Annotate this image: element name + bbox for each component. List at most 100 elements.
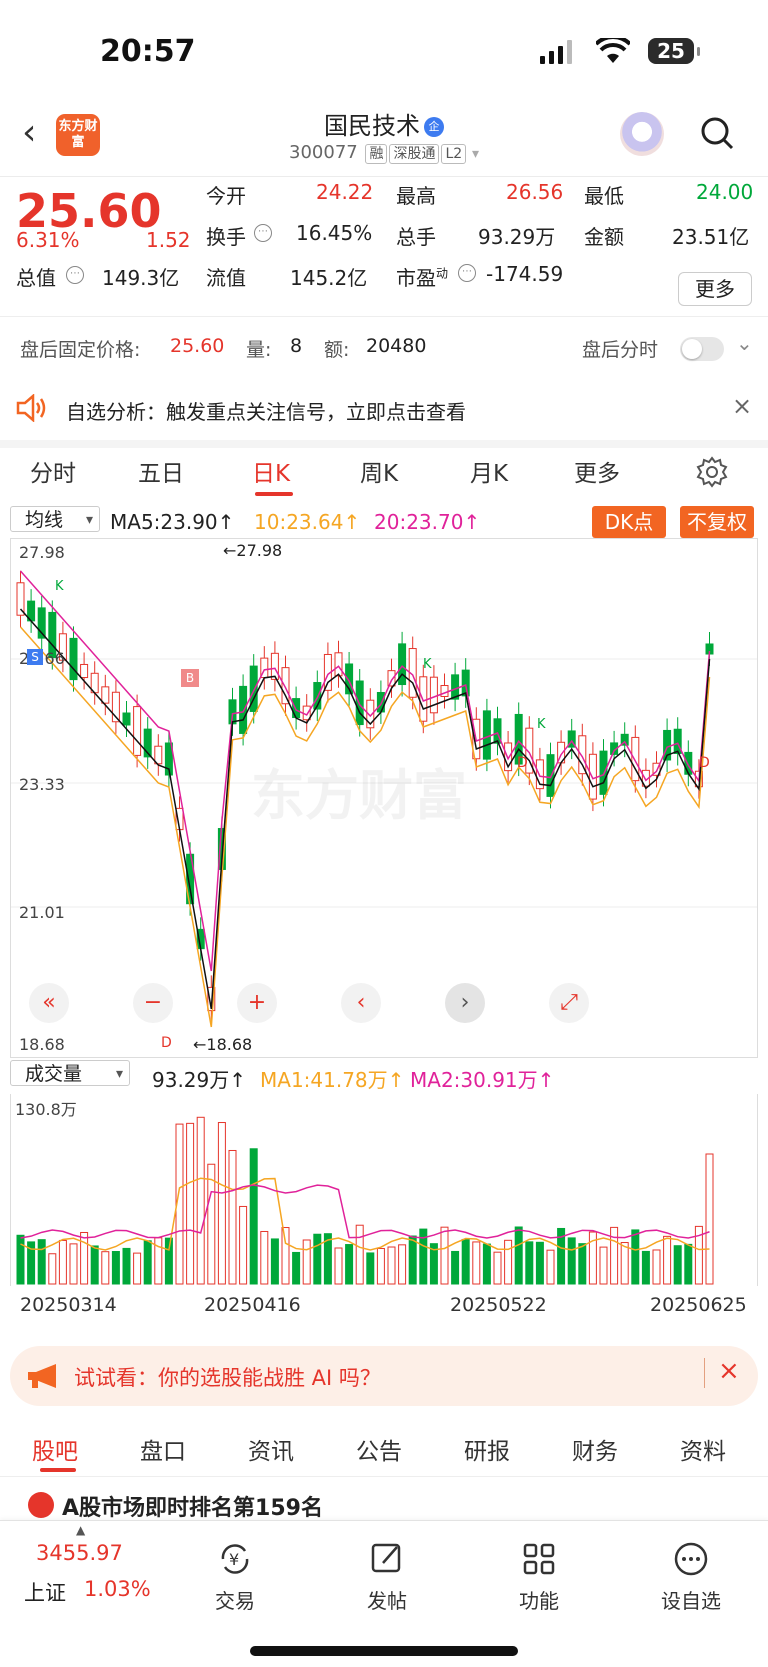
alert-text: 自选分析：触发重点关注信号，立即点击查看 — [66, 400, 466, 424]
candle-body — [419, 676, 428, 722]
tab-profile[interactable]: 资料 — [680, 1432, 726, 1466]
info-icon[interactable]: ⋯ — [254, 224, 272, 242]
change-value: 1.52 — [146, 228, 191, 252]
candle-body — [376, 691, 385, 713]
candle-body — [122, 712, 131, 726]
volume-bar — [334, 1247, 343, 1285]
zoom-in-icon[interactable]: + — [237, 983, 277, 1023]
tab-monthly-k[interactable]: 月K — [470, 454, 508, 488]
more-button[interactable]: 更多 — [678, 272, 752, 306]
no-adjust-button[interactable]: 不复权 — [680, 506, 754, 538]
volume-bar — [143, 1240, 152, 1285]
amount-value: 23.51亿 — [672, 225, 750, 249]
index-value[interactable]: 3455.97 — [36, 1541, 123, 1565]
volume-bar — [482, 1243, 491, 1285]
candle-body — [239, 685, 248, 734]
candle-body — [355, 680, 364, 726]
kline-chart[interactable]: 27.98 25.66 23.33 21.01 18.68 ←27.98 ←18… — [10, 538, 758, 1058]
rank-row[interactable]: A股市场即时排名第159名 — [0, 1484, 768, 1522]
volume-bar — [673, 1245, 682, 1285]
y-label-4: 21.01 — [19, 903, 65, 922]
ai-promo-bar[interactable]: 试试看：你的选股能战胜 AI 吗？ × — [10, 1346, 758, 1406]
max-price-label: ←27.98 — [223, 541, 283, 560]
info-icon[interactable]: ⋯ — [66, 266, 84, 284]
marker-d: D — [699, 755, 710, 771]
nav-watchlist[interactable]: 设自选 — [646, 1539, 736, 1614]
zoom-out-icon[interactable]: − — [133, 983, 173, 1023]
tab-orderbook[interactable]: 盘口 — [140, 1432, 186, 1466]
volume-bar — [567, 1237, 576, 1285]
vol-max-label: 130.8万 — [15, 1100, 77, 1119]
search-icon[interactable] — [700, 116, 734, 150]
after-hours-chart-label: 盘后分时 — [582, 339, 659, 361]
candle-body — [387, 670, 396, 687]
volume-bar — [451, 1250, 460, 1285]
close-icon[interactable]: × — [732, 392, 752, 420]
volume-bar — [493, 1251, 502, 1285]
tab-forum[interactable]: 股吧 — [32, 1432, 78, 1466]
ma5-value: MA5:23.90↑ — [110, 510, 235, 534]
signal-alert[interactable]: 自选分析：触发重点关注信号，立即点击查看 × — [0, 378, 768, 448]
tab-finance[interactable]: 财务 — [572, 1432, 618, 1466]
tab-weekly-k[interactable]: 周K — [360, 454, 398, 488]
nav-functions[interactable]: 功能 — [494, 1539, 584, 1614]
candle-body — [334, 652, 343, 677]
volume-bar — [535, 1241, 544, 1285]
float-value: 145.2亿 — [290, 266, 368, 290]
close-icon[interactable]: × — [718, 1356, 740, 1386]
tag-margin: 融 — [365, 144, 388, 164]
index-name: 上证 — [24, 1581, 66, 1605]
prev-icon[interactable]: ‹ — [341, 983, 381, 1023]
volume-bar — [355, 1224, 364, 1285]
tab-intraday[interactable]: 分时 — [30, 454, 76, 488]
dk-point-button[interactable]: DK点 — [592, 506, 666, 538]
pe-value: -174.59 — [486, 262, 564, 286]
yen-cycle-icon: ¥ — [221, 1544, 249, 1574]
date-label: 20250416 — [204, 1294, 301, 1316]
indicator-select[interactable]: 均线 — [10, 506, 100, 533]
wifi-icon — [596, 38, 630, 63]
volume-bar — [16, 1234, 25, 1285]
tab-five-day[interactable]: 五日 — [138, 454, 184, 488]
tab-announcements[interactable]: 公告 — [356, 1432, 402, 1466]
candle-body — [578, 735, 587, 775]
after-hours-toggle[interactable] — [680, 337, 724, 361]
candle-body — [69, 637, 78, 681]
info-icon[interactable]: ⋯ — [458, 264, 476, 282]
tag-connect: 深股通 — [389, 144, 440, 164]
nav-trade[interactable]: ¥ 交易 — [190, 1539, 280, 1614]
date-label: 20250314 — [20, 1294, 117, 1316]
date-axis: 20250314 20250416 20250522 20250625 — [0, 1288, 768, 1328]
candle-body — [482, 710, 491, 760]
vol-ma2: MA2:30.91万↑ — [410, 1068, 555, 1092]
gear-icon[interactable] — [696, 456, 728, 488]
volume-bar — [58, 1239, 67, 1285]
nav-trade-label: 交易 — [215, 1589, 255, 1613]
volume-bar — [345, 1244, 354, 1285]
quote-panel: 25.60 6.31% 1.52 总值 ⋯ 149.3亿 今开 24.22 最高… — [0, 176, 768, 316]
after-hours-row: 盘后固定价格: 25.60 量: 8 额: 20480 盘后分时 ⌄ — [0, 316, 768, 380]
period-tabs: 分时 五日 日K 周K 月K 更多 — [0, 446, 768, 500]
ai-robot-icon[interactable] — [620, 112, 664, 156]
volume-bar — [684, 1243, 693, 1285]
nav-post[interactable]: 发帖 — [342, 1539, 432, 1614]
volume-select[interactable]: 成交量 — [10, 1060, 130, 1087]
volume-chart[interactable]: 130.8万 — [10, 1094, 758, 1286]
chevron-down-icon[interactable]: ⌄ — [736, 331, 753, 355]
vol-ma2-line — [20, 1184, 710, 1239]
tab-news[interactable]: 资讯 — [248, 1432, 294, 1466]
date-label: 20250625 — [650, 1294, 747, 1316]
candle-body — [684, 751, 693, 775]
status-bar: 20:57 25 — [0, 0, 768, 100]
tab-more[interactable]: 更多 — [574, 454, 620, 488]
next-icon[interactable]: › — [445, 983, 485, 1023]
marker-d: D — [517, 755, 528, 771]
fullscreen-icon[interactable]: ⤢ — [549, 983, 589, 1023]
volume-bar — [111, 1251, 120, 1285]
more-dots-icon — [674, 1542, 708, 1576]
volume-bar — [228, 1149, 237, 1285]
scroll-start-icon[interactable]: « — [29, 983, 69, 1023]
tab-daily-k[interactable]: 日K — [252, 454, 290, 488]
tab-research[interactable]: 研报 — [464, 1432, 510, 1466]
open-label: 今开 — [206, 184, 246, 208]
